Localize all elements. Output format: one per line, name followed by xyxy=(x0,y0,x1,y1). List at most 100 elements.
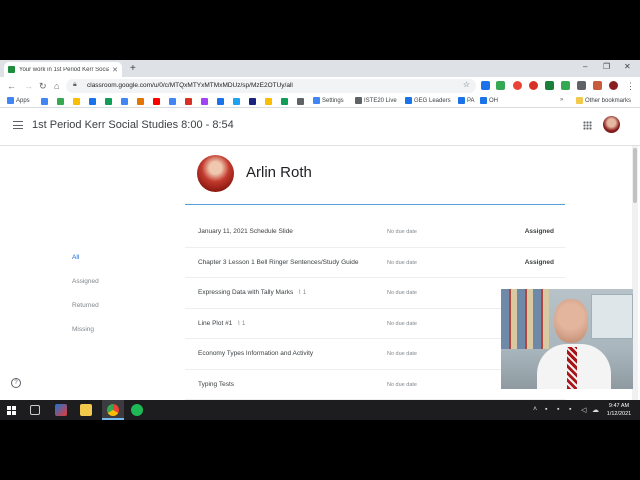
bookmarks-overflow-icon[interactable]: » xyxy=(560,97,563,103)
profile-avatar-icon[interactable] xyxy=(609,81,618,90)
extension-icon[interactable] xyxy=(561,81,570,90)
bookmark-label: Other bookmarks xyxy=(585,97,632,104)
bookmark-icon[interactable] xyxy=(137,98,144,105)
filter-all[interactable]: All xyxy=(72,254,79,261)
due-date: No due date xyxy=(387,381,417,388)
file-explorer-icon[interactable] xyxy=(80,404,92,416)
bookmark-icon[interactable] xyxy=(281,98,288,105)
browser-toolbar: ← → ↻ ⌂ 🔒︎ classroom.google.com/u/0/c/MT… xyxy=(0,77,640,95)
bookmark-icon[interactable] xyxy=(185,98,192,105)
forward-icon[interactable]: → xyxy=(24,80,33,92)
address-bar[interactable]: 🔒︎ classroom.google.com/u/0/c/MTQxMTYxMT… xyxy=(66,79,476,93)
bookmark-icon[interactable] xyxy=(57,98,64,105)
bookmark-icon[interactable] xyxy=(169,98,176,105)
pa-icon xyxy=(458,97,465,104)
filter-assigned[interactable]: Assigned xyxy=(72,278,99,285)
assignment-title[interactable]: January 11, 2021 Schedule Slide xyxy=(198,228,293,235)
assignment-title-wrap[interactable]: Line Plot #1 ⌇ 1 xyxy=(198,320,245,327)
scrollbar-thumb[interactable] xyxy=(633,148,637,203)
tray-app-icon[interactable]: ▪ xyxy=(569,406,571,413)
class-title[interactable]: 1st Period Kerr Social Studies 8:00 - 8:… xyxy=(32,119,234,131)
assignment-row[interactable]: Chapter 3 Lesson 1 Bell Ringer Sentences… xyxy=(185,248,565,278)
bookmark-pa[interactable]: PA xyxy=(458,97,475,104)
google-apps-icon[interactable] xyxy=(583,121,592,130)
paperclip-icon: ⌇ xyxy=(237,320,241,327)
bookmark-icon[interactable] xyxy=(233,98,240,105)
tray-chevron-icon[interactable]: ˄ xyxy=(533,406,537,413)
classroom-favicon-icon xyxy=(8,66,15,73)
bookmark-icon[interactable] xyxy=(217,98,224,105)
bookmark-iste20-live[interactable]: ISTE20 Live xyxy=(355,97,397,104)
taskbar-clock[interactable]: 9:47 AM 1/12/2021 xyxy=(602,402,636,418)
assignment-row[interactable]: January 11, 2021 Schedule Slide No due d… xyxy=(185,217,565,248)
oh-icon xyxy=(480,97,487,104)
bookmark-icon[interactable] xyxy=(73,98,80,105)
assignment-title[interactable]: Expressing Data with Tally Marks xyxy=(198,289,293,296)
status-badge: Assigned xyxy=(524,258,554,266)
chrome-menu-icon[interactable]: ⋮ xyxy=(626,80,635,92)
extension-icon[interactable] xyxy=(529,81,538,90)
bookmark-label: GEG Leaders xyxy=(414,97,451,104)
due-date: No due date xyxy=(387,320,417,327)
extension-link-icon[interactable] xyxy=(481,81,490,90)
attachment-count-value: 1 xyxy=(302,290,307,296)
filter-returned[interactable]: Returned xyxy=(72,302,99,309)
spotify-icon[interactable] xyxy=(131,404,143,416)
help-icon[interactable]: ? xyxy=(11,378,21,388)
bookmark-other-bookmarks[interactable]: Other bookmarks xyxy=(576,97,631,104)
presenter-tie xyxy=(567,347,577,389)
bookmark-icon[interactable] xyxy=(297,98,304,105)
bookmark-icon[interactable] xyxy=(41,98,48,105)
reload-icon[interactable]: ↻ xyxy=(39,80,47,92)
bookmark-icon[interactable] xyxy=(105,98,112,105)
bookmark-label: PA xyxy=(467,97,475,104)
extensions-puzzle-icon[interactable] xyxy=(577,81,586,90)
lock-icon: 🔒︎ xyxy=(73,81,77,88)
filter-missing[interactable]: Missing xyxy=(72,326,94,333)
assignment-title[interactable]: Line Plot #1 xyxy=(198,320,232,327)
extension-icon[interactable] xyxy=(496,81,505,90)
assignment-title[interactable]: Typing Tests xyxy=(198,381,234,388)
bookmark-icon[interactable] xyxy=(153,98,160,105)
home-icon[interactable]: ⌂ xyxy=(54,80,59,92)
extension-icon[interactable] xyxy=(593,81,602,90)
bookmark-icon[interactable] xyxy=(121,98,128,105)
app-taskbar-icon[interactable] xyxy=(55,404,67,416)
extension-icon[interactable] xyxy=(545,81,554,90)
assignment-title[interactable]: Chapter 3 Lesson 1 Bell Ringer Sentences… xyxy=(198,259,358,266)
assignment-title[interactable]: Economy Types Information and Activity xyxy=(198,350,313,357)
tray-app-icon[interactable]: ▪ xyxy=(557,406,559,413)
bookmark-star-icon[interactable]: ☆ xyxy=(463,80,470,89)
tab-title: Your work in 1st Period Kerr Social xyxy=(19,66,110,73)
clock-date: 1/12/2021 xyxy=(606,411,632,417)
main-menu-icon[interactable] xyxy=(13,121,23,129)
volume-icon[interactable]: ◁ xyxy=(581,406,586,414)
bookmark-icon[interactable] xyxy=(201,98,208,105)
new-tab-button[interactable]: + xyxy=(130,62,136,75)
assignment-title-wrap[interactable]: Expressing Data with Tally Marks ⌇ 1 xyxy=(198,289,306,296)
settings-icon xyxy=(313,97,320,104)
paperclip-icon: ⌇ xyxy=(298,290,302,296)
back-icon[interactable]: ← xyxy=(7,80,16,92)
tray-app-icon[interactable]: ▪ xyxy=(545,406,547,413)
bookmark-icon[interactable] xyxy=(89,98,96,105)
network-icon[interactable]: ☁ xyxy=(592,406,599,414)
bookmark-icon[interactable] xyxy=(249,98,256,105)
extension-icon[interactable] xyxy=(513,81,522,90)
close-window-icon[interactable]: ✕ xyxy=(624,62,631,71)
close-tab-icon[interactable]: ✕ xyxy=(112,66,118,74)
minimize-icon[interactable]: – xyxy=(583,62,587,71)
windows-start-icon[interactable] xyxy=(7,406,16,415)
account-avatar[interactable] xyxy=(603,116,620,133)
bookmark-geg-leaders[interactable]: GEG Leaders xyxy=(405,97,451,104)
url-text[interactable]: classroom.google.com/u/0/c/MTQxMTYxMTMxM… xyxy=(87,82,293,89)
chrome-icon[interactable] xyxy=(107,404,119,416)
bookmark-settings[interactable]: Settings xyxy=(313,97,344,104)
bookmark-icon[interactable] xyxy=(265,98,272,105)
bookmark-oh[interactable]: OH xyxy=(480,97,498,104)
due-date: No due date xyxy=(387,229,417,235)
restore-icon[interactable]: ❐ xyxy=(603,62,610,71)
bookmark-apps[interactable]: Apps xyxy=(7,97,30,104)
task-view-icon[interactable] xyxy=(30,405,40,415)
browser-tab[interactable]: Your work in 1st Period Kerr Social ✕ xyxy=(4,62,122,77)
